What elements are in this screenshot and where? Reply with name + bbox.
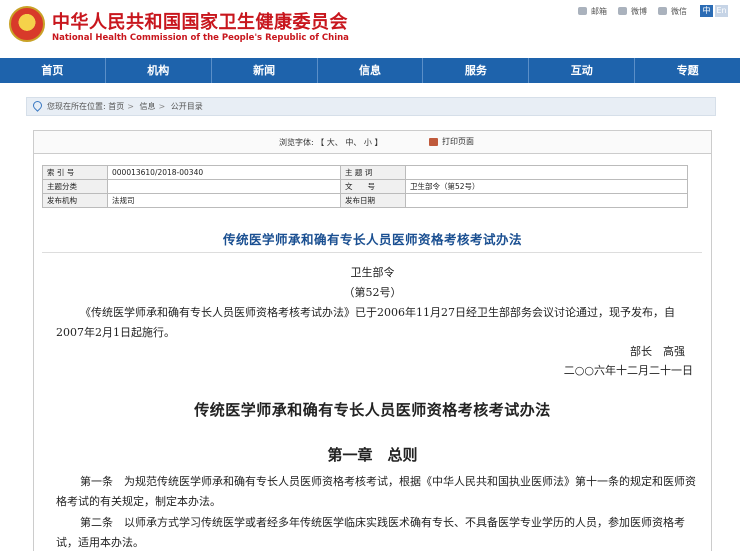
- wechat-link[interactable]: 微信: [658, 6, 687, 17]
- weibo-label: 微博: [631, 6, 647, 16]
- meta-date-label: 发布日期: [340, 193, 406, 208]
- font-size-large[interactable]: 大: [327, 138, 335, 147]
- mail-label: 邮箱: [591, 6, 607, 16]
- font-size-selector: 浏览字体: 【 大、 中、 小 】: [279, 137, 382, 148]
- article-2: 第二条 以师承方式学习传统医学或者经多年传统医学临床实践医术确有专长、不具备医学…: [56, 516, 685, 549]
- nav-organization[interactable]: 机构: [106, 58, 212, 83]
- meta-org-label: 发布机构: [42, 193, 108, 208]
- signer: 部长 高强: [630, 345, 685, 358]
- print-label: 打印页面: [442, 137, 474, 146]
- font-size-separator: 、: [353, 138, 362, 147]
- breadcrumb-catalog[interactable]: 公开目录: [171, 102, 203, 111]
- lang-en-button[interactable]: En: [715, 5, 728, 17]
- article-1: 第一条 为规范传统医学师承和确有专长人员医师资格考核考试，根据《中华人民共和国执…: [56, 475, 696, 508]
- table-row: 发布机构 法规司 发布日期: [42, 193, 688, 208]
- breadcrumb-info[interactable]: 信息: [140, 102, 156, 111]
- title-divider: [42, 252, 702, 253]
- meta-subject-word-value: [405, 165, 688, 180]
- meta-index-value: 000013610/2018-00340: [107, 165, 341, 180]
- font-size-small[interactable]: 小: [364, 138, 372, 147]
- wechat-label: 微信: [671, 6, 687, 16]
- meta-index-label: 索 引 号: [42, 165, 108, 180]
- font-size-bracket-open: 【: [316, 138, 325, 147]
- meta-subject-word-label: 主 题 词: [340, 165, 406, 180]
- font-size-separator: 、: [334, 138, 343, 147]
- regulation-title: 传统医学师承和确有专长人员医师资格考核考试办法: [194, 401, 551, 419]
- print-page-button[interactable]: 打印页面: [429, 136, 474, 147]
- meta-date-value: [405, 193, 688, 208]
- font-toolbar: 浏览字体: 【 大、 中、 小 】 打印页面: [34, 131, 711, 154]
- wechat-icon: [658, 7, 667, 15]
- nav-service[interactable]: 服务: [423, 58, 530, 83]
- meta-category-value: [107, 179, 341, 194]
- site-title-en: National Health Commission of the People…: [52, 33, 349, 43]
- meta-docno-value: 卫生部令（第52号）: [405, 179, 688, 194]
- breadcrumb-label: 您现在所在位置:: [47, 102, 106, 111]
- nav-information[interactable]: 信息: [318, 58, 424, 83]
- nav-news[interactable]: 新闻: [212, 58, 318, 83]
- nav-home[interactable]: 首页: [0, 58, 106, 83]
- main-nav: 首页 机构 新闻 信息 服务 互动 专题: [0, 58, 740, 83]
- order-number: （第52号）: [343, 286, 402, 299]
- nav-topics[interactable]: 专题: [635, 58, 740, 83]
- weibo-icon: [618, 7, 627, 15]
- sign-date: 二○○六年十二月二十一日: [563, 364, 693, 377]
- font-size-bracket-close: 】: [374, 138, 383, 147]
- mail-link[interactable]: 邮箱: [578, 6, 607, 17]
- article-frame: 浏览字体: 【 大、 中、 小 】 打印页面 索 引 号 000013610/2…: [33, 130, 712, 551]
- header-tools: 邮箱 微博 微信 中 En: [578, 5, 728, 17]
- font-size-label: 浏览字体:: [279, 138, 314, 147]
- document-title: 传统医学师承和确有专长人员医师资格考核考试办法: [222, 232, 522, 247]
- table-row: 索 引 号 000013610/2018-00340 主 题 词: [42, 165, 688, 180]
- breadcrumb-separator: >: [158, 102, 166, 111]
- meta-docno-label: 文 号: [340, 179, 406, 194]
- breadcrumb-home[interactable]: 首页: [108, 102, 124, 111]
- printer-icon: [429, 137, 438, 146]
- chapter-heading: 第一章 总则: [327, 446, 418, 464]
- table-row: 主题分类 文 号 卫生部令（第52号）: [42, 179, 688, 194]
- mail-icon: [578, 7, 587, 15]
- order-name: 卫生部令: [350, 266, 395, 279]
- breadcrumb-separator: >: [127, 102, 134, 111]
- location-pin-icon: [31, 99, 44, 112]
- breadcrumb: 您现在所在位置: 首页 > 信息 > 公开目录: [26, 97, 716, 116]
- site-title-cn: 中华人民共和国国家卫生健康委员会: [52, 12, 348, 33]
- meta-org-value: 法规司: [107, 193, 341, 208]
- site-header: 中华人民共和国国家卫生健康委员会 National Health Commiss…: [0, 0, 740, 58]
- lang-cn-button[interactable]: 中: [700, 5, 713, 17]
- document-metadata-table: 索 引 号 000013610/2018-00340 主 题 词 主题分类 文 …: [42, 165, 688, 208]
- weibo-link[interactable]: 微博: [618, 6, 647, 17]
- intro-paragraph: 《传统医学师承和确有专长人员医师资格考核考试办法》已于2006年11月27日经卫…: [56, 306, 675, 339]
- nav-interaction[interactable]: 互动: [529, 58, 636, 83]
- meta-category-label: 主题分类: [42, 179, 108, 194]
- national-emblem-icon: [9, 6, 45, 42]
